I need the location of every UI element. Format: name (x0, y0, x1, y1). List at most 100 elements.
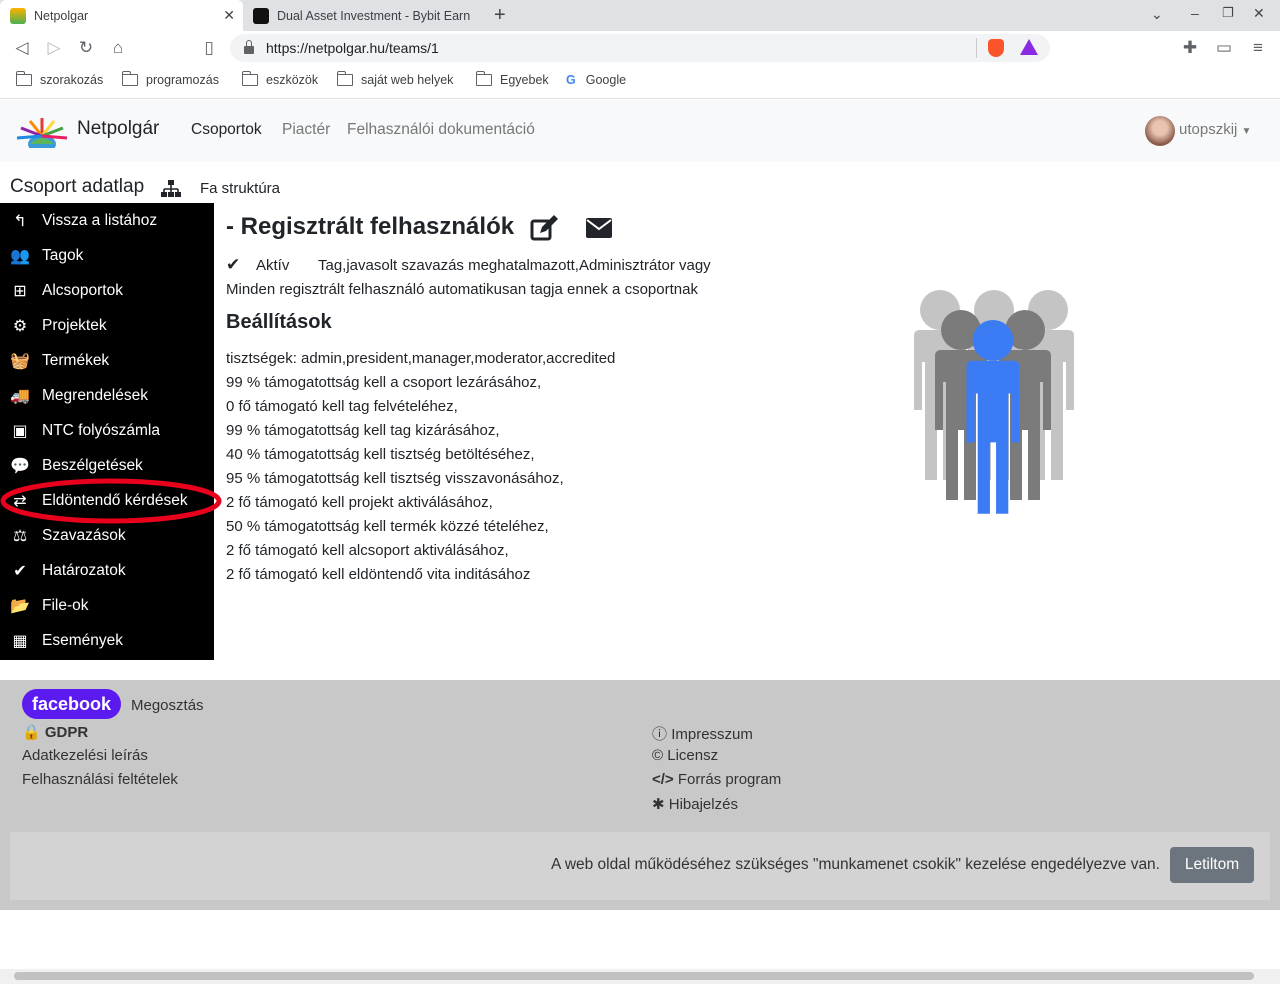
bookmarks-bar: szorakozás programozás eszközök saját we… (0, 65, 1280, 99)
minimize-icon[interactable]: – (1191, 5, 1199, 21)
share-label[interactable]: Megosztás (131, 697, 204, 714)
sidebar-item-members[interactable]: 👥 Tagok (0, 238, 214, 273)
source-link[interactable]: </> Forrás program (652, 771, 781, 788)
bugreport-label: Hibajelzés (668, 796, 738, 813)
bookmark-label: programozás (146, 73, 219, 87)
settings-title: Beállítások (226, 311, 332, 333)
bookmark-folder[interactable]: saját web helyek (336, 71, 454, 87)
page-title: - Regisztrált felhasználók (226, 213, 515, 240)
sidebar-item-label: Beszélgetések (42, 456, 143, 474)
brand-name[interactable]: Netpolgár (77, 118, 159, 140)
bybit-favicon-icon (253, 7, 269, 24)
money-icon: ▣ (12, 422, 28, 440)
bookmark-label: szorakozás (40, 73, 104, 87)
folder-icon (15, 71, 32, 86)
bugreport-link[interactable]: ✱ Hibajelzés (652, 795, 738, 813)
info-icon: ⓘ (652, 726, 668, 743)
lock-icon (244, 40, 254, 54)
calendar-icon: ▦ (12, 632, 28, 650)
tab-netpolgar[interactable]: Netpolgar ✕ (0, 0, 243, 31)
netpolgar-logo-icon[interactable] (12, 114, 72, 148)
setting-line: tisztségek: admin,president,manager,mode… (226, 350, 616, 367)
close-window-icon[interactable]: ✕ (1253, 5, 1265, 22)
facebook-share-button[interactable]: facebook (22, 689, 122, 719)
bookmark-folder[interactable]: eszközök (241, 71, 318, 87)
setting-line: 0 fő támogató kell tag felvételéhez, (226, 398, 458, 415)
impressum-label: Impresszum (671, 726, 753, 743)
close-tab-icon[interactable]: ✕ (223, 7, 235, 24)
restore-icon[interactable]: ❐ (1222, 5, 1234, 21)
brave-rewards-icon[interactable] (1020, 39, 1038, 55)
truck-icon: 🚚 (10, 387, 30, 405)
tree-structure-link[interactable]: Fa struktúra (200, 180, 280, 197)
highlight-ellipse (0, 478, 222, 524)
sidebar-item-products[interactable]: 🧺 Termékek (0, 343, 214, 378)
privacy-link[interactable]: Adatkezelési leírás (22, 747, 148, 764)
terms-link[interactable]: Felhasználási feltételek (22, 771, 178, 788)
sidebar-item-orders[interactable]: 🚚 Megrendelések (0, 378, 214, 413)
sidebar-item-back[interactable]: ↰ Vissza a listához (0, 203, 214, 238)
status-text: Aktív (256, 257, 290, 274)
sidebar-item-label: Határozatok (42, 561, 126, 579)
nav-user-docs[interactable]: Felhasználói dokumentáció (347, 121, 535, 139)
extensions-icon[interactable]: ✚ (1180, 38, 1200, 58)
impressum-link[interactable]: ⓘ Impresszum (652, 723, 753, 744)
sidebar-item-projects[interactable]: ⚙ Projektek (0, 308, 214, 343)
user-menu[interactable]: utopszkij ▼ (1179, 121, 1251, 138)
bookmark-folder[interactable]: szorakozás (15, 71, 104, 87)
gdpr-heading: 🔒 GDPR (22, 723, 88, 741)
license-label: Licensz (667, 747, 719, 764)
horizontal-scrollbar[interactable] (0, 969, 1280, 984)
license-link[interactable]: © Licensz (652, 747, 718, 764)
sidebar-item-files[interactable]: 📂 File-ok (0, 588, 214, 623)
netpolgar-favicon-icon (10, 7, 26, 24)
sidebar-item-label: Vissza a listához (42, 211, 158, 229)
bookmark-google[interactable]: G Google (566, 73, 626, 87)
envelope-icon[interactable] (586, 218, 612, 238)
tab-list-chevron-icon[interactable]: ⌄ (1151, 6, 1163, 23)
sidebar-item-label: Események (42, 631, 123, 649)
source-label: Forrás program (677, 771, 782, 788)
back-icon[interactable]: ◁ (12, 38, 32, 58)
home-icon[interactable]: ⌂ (108, 38, 128, 58)
sidebar-item-events[interactable]: ▦ Események (0, 623, 214, 658)
menu-icon[interactable]: ≡ (1248, 38, 1268, 58)
sitemap-icon[interactable] (161, 180, 181, 197)
tab-title: Dual Asset Investment - Bybit Earn (277, 8, 471, 23)
user-name: utopszkij (1179, 121, 1238, 138)
group-people-icon (914, 290, 1074, 514)
nav-marketplace[interactable]: Piactér (282, 121, 330, 139)
tab-bybit[interactable]: Dual Asset Investment - Bybit Earn (243, 0, 483, 31)
sidebar-item-ntc-account[interactable]: ▣ NTC folyószámla (0, 413, 214, 448)
folder-icon (121, 71, 138, 86)
forward-icon[interactable]: ▷ (44, 38, 64, 58)
reply-icon: ↰ (13, 212, 27, 230)
sidebar-item-label: File-ok (42, 596, 89, 614)
edit-icon[interactable] (530, 215, 558, 241)
brave-shields-icon[interactable] (988, 39, 1004, 57)
setting-line: 2 fő támogató kell eldöntendő vita indit… (226, 566, 531, 583)
avatar[interactable] (1145, 116, 1175, 146)
google-icon: G (566, 73, 576, 87)
bookmark-icon[interactable]: ▯ (199, 38, 219, 58)
setting-line: 2 fő támogató kell projekt aktiválásához… (226, 494, 493, 511)
bookmark-folder[interactable]: Egyebek (475, 71, 549, 87)
sitemap-icon: ⊞ (13, 282, 27, 300)
nav-groups[interactable]: Csoportok (191, 121, 262, 139)
url-text: https://netpolgar.hu/teams/1 (266, 40, 439, 56)
new-tab-icon[interactable]: + (494, 4, 506, 27)
sidebar-item-resolutions[interactable]: ✔ Határozatok (0, 553, 214, 588)
cookie-disable-button[interactable]: Letiltom (1170, 847, 1254, 883)
reload-icon[interactable]: ↻ (76, 38, 96, 58)
sidebar-item-label: NTC folyószámla (42, 421, 160, 439)
setting-line: 40 % támogatottság kell tisztség betölté… (226, 446, 535, 463)
setting-line: 2 fő támogató kell alcsoport aktiválásáh… (226, 542, 509, 559)
bookmark-folder[interactable]: programozás (121, 71, 219, 87)
sidebar-item-subgroups[interactable]: ⊞ Alcsoportok (0, 273, 214, 308)
sidebar-item-label: Tagok (42, 246, 84, 264)
bookmark-label: saját web helyek (361, 73, 454, 87)
basket-icon: 🧺 (10, 352, 30, 370)
address-bar[interactable]: https://netpolgar.hu/teams/1 (230, 34, 1050, 62)
wallet-icon[interactable]: ▭ (1214, 38, 1234, 58)
scrollbar-thumb[interactable] (14, 972, 1254, 980)
